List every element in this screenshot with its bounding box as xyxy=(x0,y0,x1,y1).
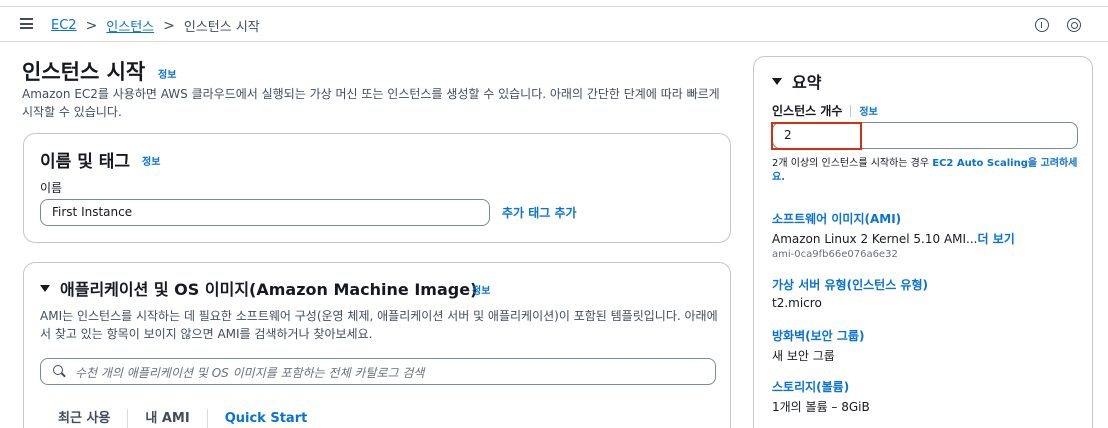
summary-software-image: 소프트웨어 이미지(AMI) Amazon Linux 2 Kernel 5.1… xyxy=(772,210,1015,260)
firewall-value: 새 보안 그룹 xyxy=(772,349,835,363)
see-more-link[interactable]: 더 보기 xyxy=(978,232,1015,246)
hamburger-menu-icon[interactable] xyxy=(20,18,33,29)
ami-search-placeholder: 수천 개의 애플리케이션 및 OS 이미지를 포함하는 전체 카탈로그 검색 xyxy=(75,366,425,380)
summary-firewall: 방화벽(보안 그룹) 새 보안 그룹 xyxy=(772,327,864,364)
page-description: Amazon EC2를 사용하면 AWS 클라우드에서 실행되는 가상 머신 또… xyxy=(22,87,720,119)
ami-description: AMI는 인스턴스를 시작하는 데 필요한 소프트웨어 구성(운영 체제, 애플… xyxy=(40,309,718,341)
summary-server-type: 가상 서버 유형(인스턴스 유형) t2.micro xyxy=(772,276,928,310)
auto-scaling-hint: 2개 이상의 인스턴스를 시작하는 경우 EC2 Auto Scaling을 고… xyxy=(772,157,1084,185)
name-and-tags-panel: 이름 및 태그 정보 이름 First Instance 추가 태그 추가 xyxy=(23,133,731,243)
breadcrumb-separator: > xyxy=(163,17,175,34)
storage-link[interactable]: 스토리지(볼륨) xyxy=(772,378,870,395)
instance-count-label-row: 인스턴스 개수 정보 xyxy=(772,102,878,119)
firewall-link[interactable]: 방화벽(보안 그룹) xyxy=(772,327,864,344)
ami-tabs: 최근 사용 내 AMI Quick Start xyxy=(40,409,324,428)
tab-recent[interactable]: 최근 사용 xyxy=(40,409,129,428)
breadcrumb-ec2-link[interactable]: EC2 xyxy=(51,18,77,33)
server-type-link[interactable]: 가상 서버 유형(인스턴스 유형) xyxy=(772,276,928,293)
page-title: 인스턴스 시작 xyxy=(22,60,146,84)
caret-down-icon[interactable] xyxy=(40,284,50,292)
search-icon xyxy=(53,365,66,378)
auto-scaling-hint-text: 2개 이상의 인스턴스를 시작하는 경우 xyxy=(772,158,933,169)
summary-title[interactable]: 요약 xyxy=(772,69,821,93)
breadcrumb-separator: > xyxy=(85,17,98,34)
software-image-link[interactable]: 소프트웨어 이미지(AMI) xyxy=(772,210,1015,227)
add-tag-link[interactable]: 추가 태그 추가 xyxy=(502,204,577,221)
ami-section-title-text: 애플리케이션 및 OS 이미지(Amazon Machine Image) xyxy=(60,280,478,299)
info-icon[interactable] xyxy=(1035,18,1049,32)
summary-title-text: 요약 xyxy=(792,73,822,92)
summary-panel: 요약 인스턴스 개수 정보 2 2개 이상의 인스턴스를 시작하는 경우 EC2… xyxy=(753,56,1093,428)
server-type-value: t2.micro xyxy=(772,296,822,310)
name-and-tags-title: 이름 및 태그 xyxy=(40,152,131,172)
tab-my-ami[interactable]: 내 AMI xyxy=(128,409,208,428)
highlight-box xyxy=(771,122,862,150)
breadcrumb-instances-link[interactable]: 인스턴스 xyxy=(106,16,154,35)
page-info-link[interactable]: 정보 xyxy=(158,66,176,81)
breadcrumb: EC2 > 인스턴스 > 인스턴스 시작 xyxy=(51,16,260,36)
ami-search-input[interactable]: 수천 개의 애플리케이션 및 OS 이미지를 포함하는 전체 카탈로그 검색 xyxy=(40,358,716,385)
top-navigation-bar: EC2 > 인스턴스 > 인스턴스 시작 xyxy=(0,6,1108,42)
tab-quick-start[interactable]: Quick Start xyxy=(208,409,325,428)
software-image-value: Amazon Linux 2 Kernel 5.10 AMI...더 보기 xyxy=(772,232,1015,246)
settings-icon[interactable] xyxy=(1067,18,1081,32)
software-image-id: ami-0ca9fb66e076a6e32 xyxy=(772,249,898,260)
name-label: 이름 xyxy=(40,181,63,195)
name-input[interactable]: First Instance xyxy=(40,199,490,226)
ami-panel: 애플리케이션 및 OS 이미지(Amazon Machine Image) 정보… xyxy=(23,262,731,428)
ami-section-title[interactable]: 애플리케이션 및 OS 이미지(Amazon Machine Image) xyxy=(40,276,477,300)
instance-count-info-link[interactable]: 정보 xyxy=(859,103,877,118)
storage-value: 1개의 볼륨 – 8GiB xyxy=(772,400,870,414)
name-and-tags-info-link[interactable]: 정보 xyxy=(142,153,160,168)
breadcrumb-current: 인스턴스 시작 xyxy=(183,20,260,35)
caret-down-icon[interactable] xyxy=(772,77,782,85)
ami-info-link[interactable]: 정보 xyxy=(472,282,490,297)
divider xyxy=(850,104,852,117)
instance-count-label: 인스턴스 개수 xyxy=(772,104,843,118)
summary-storage: 스토리지(볼륨) 1개의 볼륨 – 8GiB xyxy=(772,378,870,415)
